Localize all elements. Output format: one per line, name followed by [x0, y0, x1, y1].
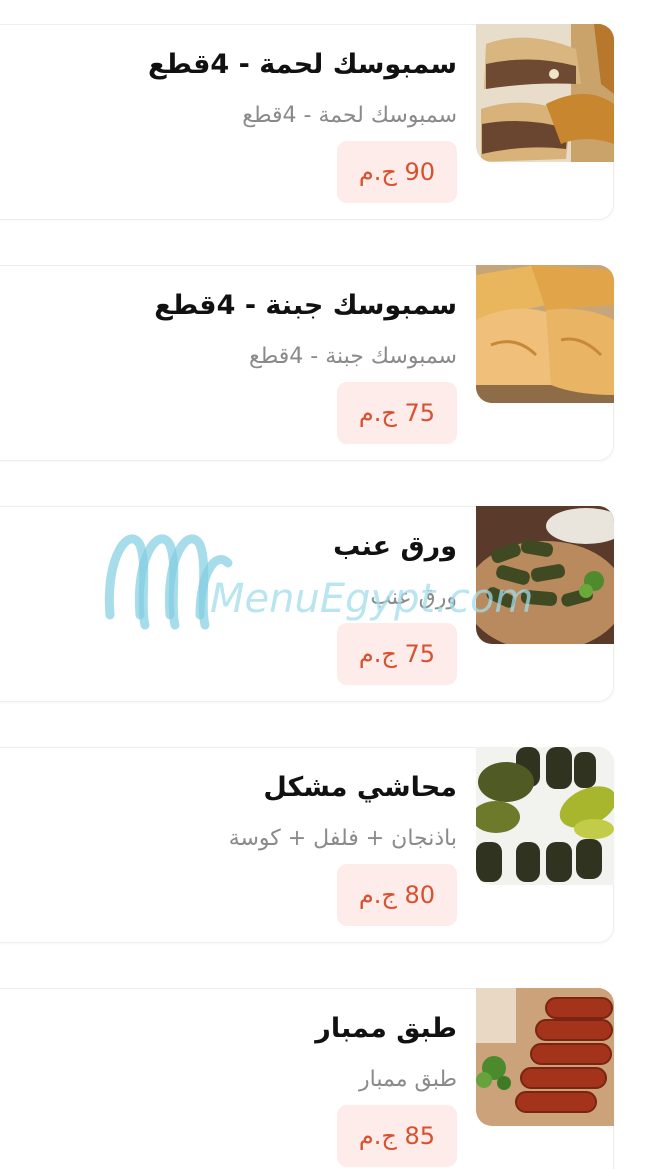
item-description: سمبوسك جبنة - 4قطع	[248, 344, 457, 369]
menu-item-card[interactable]: محاشي مشكل باذنجان + فلفل + كوسة 80 ج.م	[0, 747, 614, 943]
item-title: سمبوسك جبنة - 4قطع	[154, 290, 457, 321]
item-description: باذنجان + فلفل + كوسة	[228, 826, 457, 851]
item-price-badge[interactable]: 85 ج.م	[336, 1105, 457, 1167]
item-title: ورق عنب	[333, 531, 457, 562]
item-title: سمبوسك لحمة - 4قطع	[147, 49, 457, 80]
mixed-mahshi-image	[476, 747, 614, 885]
item-title: محاشي مشكل	[263, 772, 457, 803]
grape-leaves-image	[476, 506, 614, 644]
mombar-plate-image	[476, 988, 614, 1126]
cheese-sambousek-photo[interactable]	[476, 265, 614, 403]
item-price-badge[interactable]: 75 ج.م	[336, 623, 457, 685]
menu-item-card[interactable]: طبق ممبار طبق ممبار 85 ج.م	[0, 988, 614, 1169]
item-description: ورق عنب	[370, 585, 457, 610]
item-price-badge[interactable]: 80 ج.م	[336, 864, 457, 926]
item-description: سمبوسك لحمة - 4قطع	[242, 103, 457, 128]
grape-leaves-photo[interactable]	[476, 506, 614, 644]
mombar-plate-photo[interactable]	[476, 988, 614, 1126]
mixed-mahshi-photo[interactable]	[476, 747, 614, 885]
item-price-badge[interactable]: 90 ج.م	[336, 141, 457, 203]
menu-page: سمبوسك لحمة - 4قطع سمبوسك لحمة - 4قطع 90…	[0, 0, 650, 1169]
item-description: طبق ممبار	[359, 1067, 457, 1092]
menu-item-card[interactable]: سمبوسك جبنة - 4قطع سمبوسك جبنة - 4قطع 75…	[0, 265, 614, 461]
menu-item-card[interactable]: سمبوسك لحمة - 4قطع سمبوسك لحمة - 4قطع 90…	[0, 24, 614, 220]
cheese-sambousek-image	[476, 265, 614, 403]
meat-sambousek-photo[interactable]	[476, 24, 614, 162]
meat-sambousek-image	[476, 24, 614, 162]
item-title: طبق ممبار	[315, 1013, 457, 1044]
menu-item-card[interactable]: ورق عنب ورق عنب 75 ج.م	[0, 506, 614, 702]
item-price-badge[interactable]: 75 ج.م	[336, 382, 457, 444]
